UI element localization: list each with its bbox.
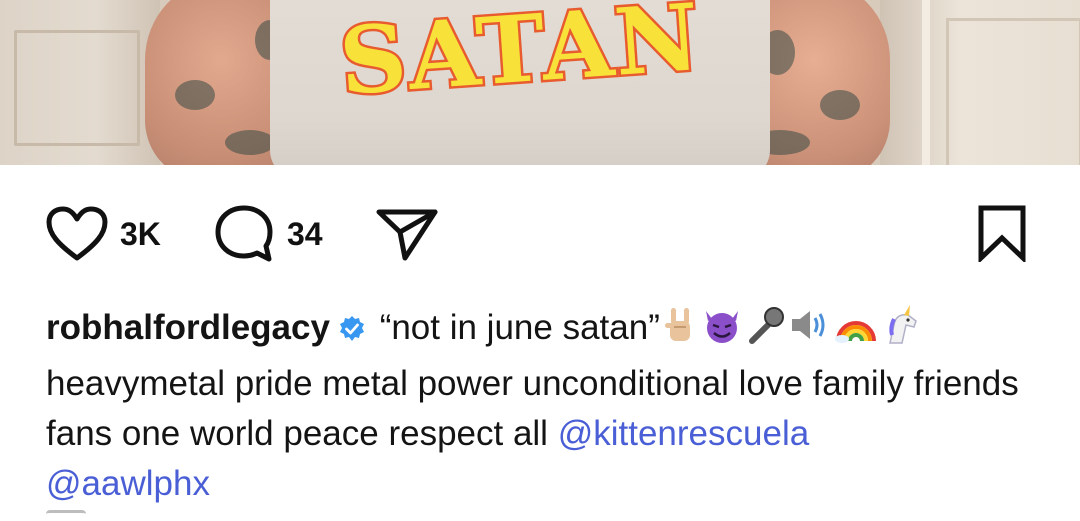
like-button[interactable]: 3K xyxy=(46,206,161,262)
share-icon xyxy=(376,209,438,261)
post-actions-bar: 3K 34 xyxy=(0,200,1080,264)
caption-quote: “not in june satan” xyxy=(379,308,660,347)
rock-on-hand-icon xyxy=(662,305,698,359)
post-image[interactable]: SATAN xyxy=(0,0,1080,165)
mention-link[interactable]: @aawlphx xyxy=(46,464,210,503)
background-door-right xyxy=(880,0,1080,165)
username-link[interactable]: robhalfordlegacy xyxy=(46,308,330,347)
bookmark-icon xyxy=(978,205,1026,262)
speaker-icon xyxy=(788,305,832,359)
background-door-left xyxy=(0,0,160,165)
like-count[interactable]: 3K xyxy=(120,216,161,253)
comment-button[interactable]: 34 xyxy=(213,204,323,264)
comment-icon xyxy=(215,205,273,262)
verified-badge-icon xyxy=(338,307,366,357)
post-caption: robhalfordlegacy “not in june satan” hea… xyxy=(46,303,1046,509)
comment-count[interactable]: 34 xyxy=(287,216,323,253)
microphone-icon xyxy=(746,305,786,359)
next-line-peek xyxy=(46,510,86,521)
rainbow-icon xyxy=(834,305,878,359)
mention-link[interactable]: @kittenrescuela xyxy=(558,414,809,453)
caption-body: heavymetal pride metal power uncondition… xyxy=(46,364,1019,453)
smiling-devil-icon xyxy=(700,305,744,359)
save-button[interactable] xyxy=(975,204,1029,262)
unicorn-icon xyxy=(880,305,924,359)
heart-icon xyxy=(46,206,108,261)
share-button[interactable] xyxy=(375,206,439,262)
